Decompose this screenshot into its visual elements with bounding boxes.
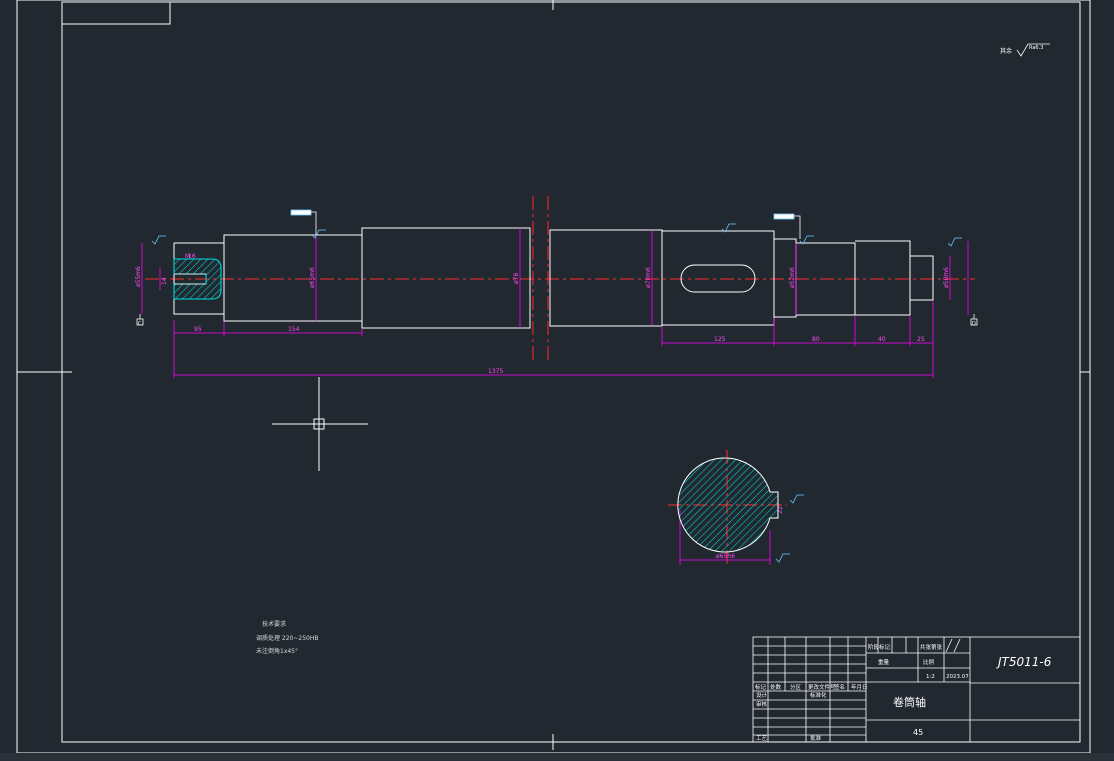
svg-text:ø65m6: ø65m6 [309, 267, 316, 288]
svg-text:ø55m6: ø55m6 [135, 266, 142, 287]
svg-text:设计: 设计 [756, 691, 768, 699]
technical-notes: 技术要求 调质处理 220~250HB 未注倒角1x45° [256, 620, 318, 655]
svg-text:调质处理 220~250HB: 调质处理 220~250HB [256, 634, 318, 642]
svg-text:签名: 签名 [834, 683, 845, 691]
datum-callouts: C D [136, 209, 978, 327]
svg-text:ø52m6: ø52m6 [789, 267, 796, 288]
svg-text:C: C [138, 321, 142, 327]
dimension-texts: ø55m6 14 16 ø65m6 ø78 ø70m6 ø52m6 ø50m6 … [135, 253, 950, 560]
svg-text:其余: 其余 [1000, 47, 1012, 55]
svg-text:JT5011-6: JT5011-6 [996, 655, 1052, 669]
svg-text:未注倒角1x45°: 未注倒角1x45° [256, 647, 298, 655]
svg-text:标记: 标记 [755, 683, 767, 691]
svg-text:154: 154 [288, 326, 300, 333]
title-block [752, 636, 1081, 743]
svg-text:25: 25 [917, 336, 925, 343]
cad-drawing-canvas[interactable]: 其余 Ra6.3 M ø55m6 14 16 ø65m6 ø78 ø70m6 ø… [0, 0, 1114, 761]
shaft-outline [173, 227, 934, 329]
svg-text:卷筒轴: 卷筒轴 [893, 695, 926, 709]
svg-text:共张第张: 共张第张 [920, 643, 943, 651]
svg-text:标准化: 标准化 [810, 691, 827, 699]
surface-finish-note: 其余 Ra6.3 [1000, 43, 1050, 57]
svg-text:1:2: 1:2 [926, 674, 935, 680]
drawing-border [16, 0, 1091, 754]
svg-text:1375: 1375 [488, 368, 503, 375]
svg-text:审核: 审核 [756, 700, 768, 708]
svg-text:ø50m6: ø50m6 [943, 267, 950, 288]
svg-text:技术要求: 技术要求 [262, 620, 286, 628]
svg-text:分区: 分区 [790, 683, 802, 691]
svg-text:125: 125 [714, 336, 726, 343]
svg-text:40: 40 [878, 336, 886, 343]
svg-text:工艺: 工艺 [756, 735, 768, 742]
cross-section [677, 457, 779, 553]
svg-text:年月日: 年月日 [851, 683, 868, 691]
svg-text:2023.07: 2023.07 [946, 674, 969, 680]
svg-text:16: 16 [188, 253, 196, 260]
svg-text:重量: 重量 [878, 658, 890, 666]
center-lines [145, 196, 975, 565]
tapped-hole-section: M [173, 253, 222, 300]
svg-text:D: D [972, 321, 976, 327]
svg-text:ø65h6: ø65h6 [716, 553, 735, 560]
svg-text:批准: 批准 [810, 734, 822, 742]
svg-text:ø78: ø78 [513, 273, 520, 284]
svg-text:95: 95 [194, 326, 202, 333]
svg-text:比例: 比例 [923, 658, 935, 666]
svg-text:80: 80 [812, 336, 820, 343]
crosshair-cursor[interactable] [272, 377, 368, 471]
svg-text:更改文件号: 更改文件号 [808, 683, 836, 691]
svg-text:Ra6.3: Ra6.3 [1029, 45, 1043, 51]
svg-text:处数: 处数 [770, 683, 782, 691]
svg-text:ø70m6: ø70m6 [645, 267, 652, 288]
roughness-symbols [151, 223, 962, 563]
svg-text:45: 45 [913, 728, 923, 737]
svg-text:14: 14 [161, 277, 168, 285]
svg-text:阶段标记: 阶段标记 [868, 643, 891, 651]
